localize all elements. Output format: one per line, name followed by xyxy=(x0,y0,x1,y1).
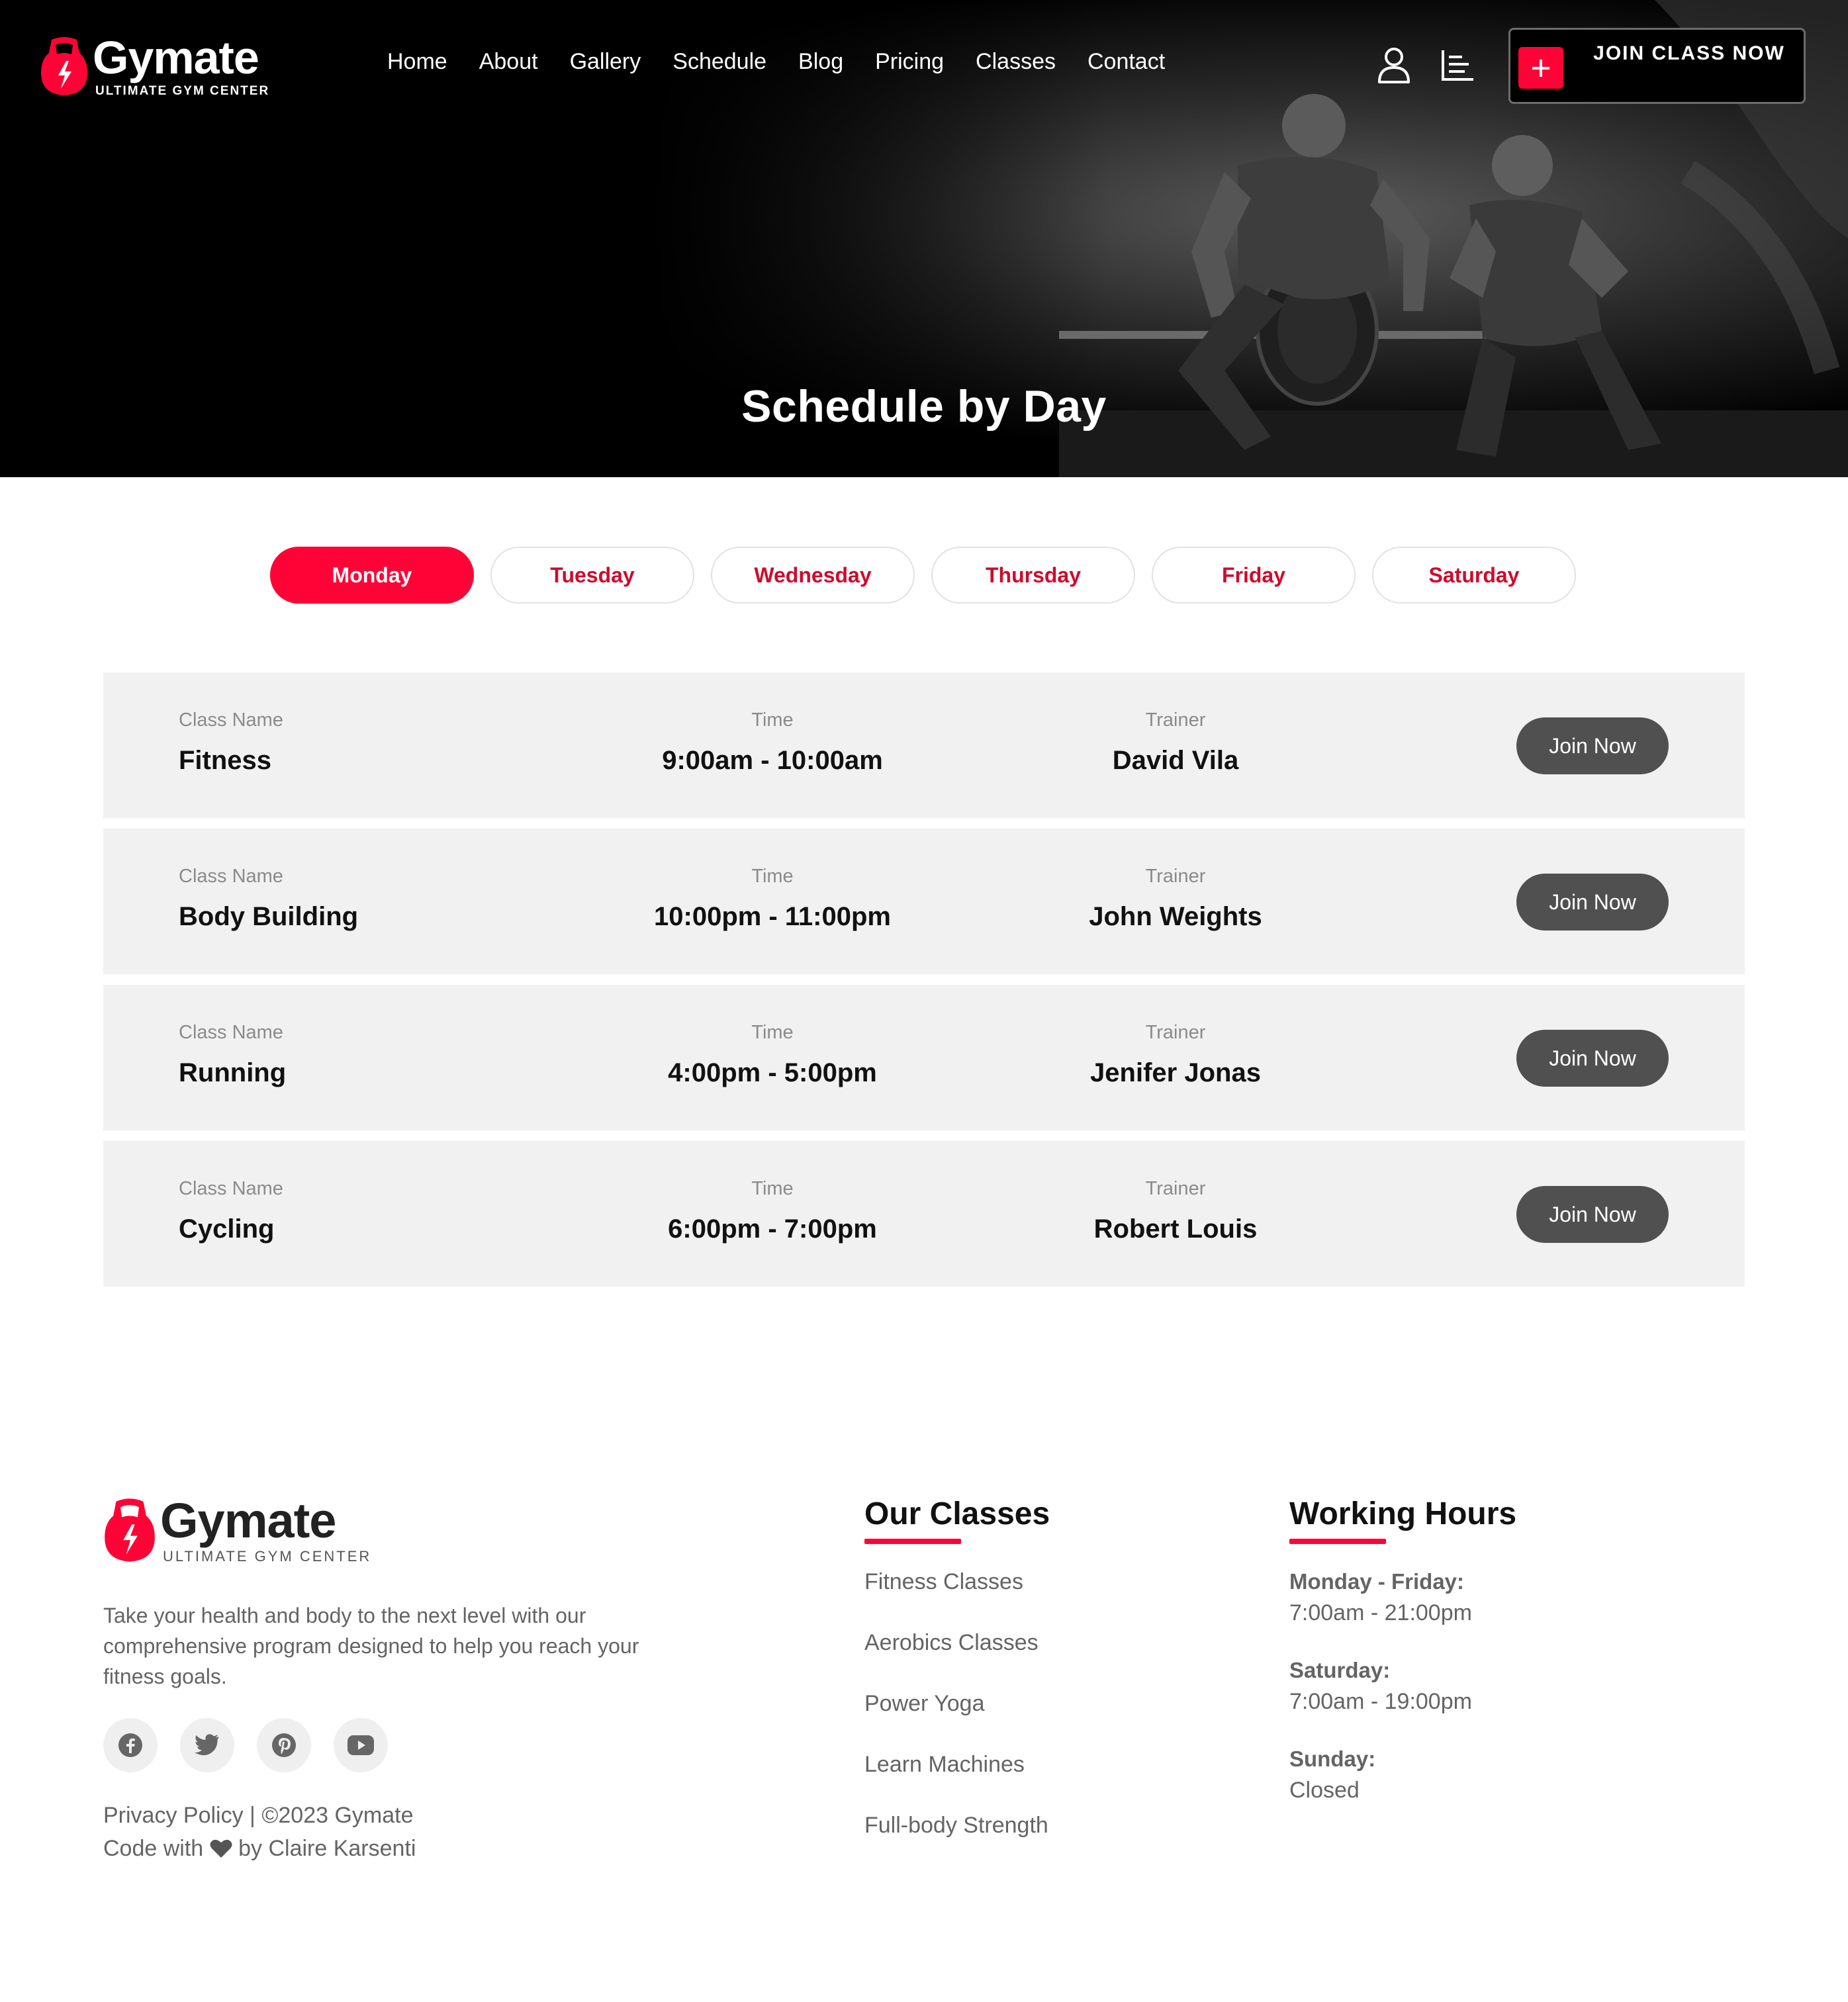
hero-banner: Gymate ULTIMATE GYM CENTER Home About Ga… xyxy=(0,0,1848,477)
class-link-full-body[interactable]: Full-body Strength xyxy=(864,1811,1048,1840)
youtube-icon[interactable] xyxy=(334,1718,388,1772)
class-link-power-yoga[interactable]: Power Yoga xyxy=(864,1689,1048,1718)
nav-contact[interactable]: Contact xyxy=(1087,49,1165,75)
trainer-name: Robert Louis xyxy=(1093,1214,1258,1244)
class-name: Cycling xyxy=(179,1214,275,1244)
class-link-fitness[interactable]: Fitness Classes xyxy=(864,1567,1048,1596)
nav-blog[interactable]: Blog xyxy=(798,49,843,75)
kettlebell-logo-icon xyxy=(105,1498,155,1562)
twitter-icon[interactable] xyxy=(180,1718,234,1772)
trainer-label: Trainer xyxy=(1145,1022,1206,1043)
time-label: Time xyxy=(751,866,794,887)
pinterest-icon[interactable] xyxy=(257,1718,311,1772)
class-time: 10:00pm - 11:00pm xyxy=(654,902,891,931)
class-name-label: Class Name xyxy=(179,1178,283,1199)
tab-thursday[interactable]: Thursday xyxy=(931,547,1135,604)
schedule-row: Class Name Fitness Time 9:00am - 10:00am T… xyxy=(103,672,1745,818)
credit-prefix: Code with xyxy=(103,1836,204,1861)
nav-pricing[interactable]: Pricing xyxy=(875,49,944,75)
facebook-icon[interactable] xyxy=(103,1718,158,1772)
brand-name: Gymate xyxy=(93,32,259,83)
day-tabs: Monday Tuesday Wednesday Thursday Friday… xyxy=(270,547,1576,604)
trainer-label: Trainer xyxy=(1145,1178,1206,1199)
join-now-button[interactable]: Join Now xyxy=(1516,1030,1669,1087)
join-class-button[interactable]: JOIN CLASS NOW xyxy=(1508,28,1806,104)
kettlebell-logo-icon xyxy=(41,36,87,95)
join-now-button[interactable]: Join Now xyxy=(1516,717,1669,774)
class-name: Fitness xyxy=(179,746,272,775)
social-links xyxy=(103,1718,388,1772)
brand-tagline: ULTIMATE GYM CENTER xyxy=(163,1548,372,1565)
footer-legal: Privacy Policy | ©2023 Gymate Code with … xyxy=(103,1799,416,1865)
time-label: Time xyxy=(751,1178,794,1199)
brand-name: Gymate xyxy=(160,1493,336,1548)
class-link-aerobics[interactable]: Aerobics Classes xyxy=(864,1628,1048,1657)
tab-saturday[interactable]: Saturday xyxy=(1372,547,1576,604)
hours-day: Saturday: xyxy=(1289,1658,1391,1682)
working-hours-underline xyxy=(1289,1539,1386,1544)
time-label: Time xyxy=(751,709,794,731)
page-title: Schedule by Day xyxy=(741,381,1107,432)
time-label: Time xyxy=(751,1022,794,1043)
header-logo[interactable]: Gymate ULTIMATE GYM CENTER xyxy=(40,34,269,97)
credit-suffix: by Claire Karsenti xyxy=(238,1836,416,1861)
class-time: 9:00am - 10:00am xyxy=(662,746,883,775)
menu-icon[interactable] xyxy=(1440,49,1475,82)
nav-about[interactable]: About xyxy=(479,49,538,75)
our-classes-underline xyxy=(864,1539,961,1544)
working-hours: Monday - Friday: 7:00am - 21:00pm Saturd… xyxy=(1289,1567,1472,1833)
schedule-row: Class Name Running Time 4:00pm - 5:00pm Tr… xyxy=(103,985,1745,1130)
footer-description: Take your health and body to the next le… xyxy=(103,1604,639,1688)
join-now-button[interactable]: Join Now xyxy=(1516,1186,1669,1243)
tab-wednesday[interactable]: Wednesday xyxy=(711,547,915,604)
schedule-row: Class Name Cycling Time 6:00pm - 7:00pm Tr… xyxy=(103,1141,1745,1287)
class-time: 6:00pm - 7:00pm xyxy=(668,1214,877,1244)
tab-friday[interactable]: Friday xyxy=(1152,547,1356,604)
nav-schedule[interactable]: Schedule xyxy=(672,49,766,75)
privacy-policy-link[interactable]: Privacy Policy | ©2023 Gymate xyxy=(103,1803,414,1828)
hours-time: Closed xyxy=(1289,1778,1360,1803)
tab-monday[interactable]: Monday xyxy=(270,547,474,604)
join-class-label: JOIN CLASS NOW xyxy=(1593,42,1785,64)
class-time: 4:00pm - 5:00pm xyxy=(668,1058,877,1087)
class-name-label: Class Name xyxy=(179,1022,283,1043)
hours-day: Sunday: xyxy=(1289,1747,1376,1771)
class-name-label: Class Name xyxy=(179,709,283,731)
trainer-name: Jenifer Jonas xyxy=(1090,1058,1261,1087)
brand-tagline: ULTIMATE GYM CENTER xyxy=(95,84,270,98)
class-name-label: Class Name xyxy=(179,866,283,887)
trainer-label: Trainer xyxy=(1145,866,1206,887)
classes-list: Fitness Classes Aerobics Classes Power Y… xyxy=(864,1567,1048,1872)
trainer-name: David Vila xyxy=(1112,746,1239,775)
nav-gallery[interactable]: Gallery xyxy=(570,49,641,75)
hours-time: 7:00am - 21:00pm xyxy=(1289,1600,1472,1625)
main-nav: Home About Gallery Schedule Blog Pricing… xyxy=(387,49,1165,75)
nav-home[interactable]: Home xyxy=(387,49,447,75)
trainer-name: John Weights xyxy=(1089,902,1262,931)
trainer-label: Trainer xyxy=(1145,709,1206,731)
footer-logo[interactable]: Gymate ULTIMATE GYM CENTER xyxy=(103,1496,371,1565)
hours-time: 7:00am - 19:00pm xyxy=(1289,1689,1472,1714)
user-icon[interactable] xyxy=(1377,46,1411,83)
nav-classes[interactable]: Classes xyxy=(976,49,1056,75)
heart-icon xyxy=(210,1839,232,1858)
tab-tuesday[interactable]: Tuesday xyxy=(490,547,694,604)
join-now-button[interactable]: Join Now xyxy=(1516,874,1669,931)
schedule-list: Class Name Fitness Time 9:00am - 10:00am T… xyxy=(103,672,1745,1297)
class-name: Running xyxy=(179,1058,287,1087)
schedule-row: Class Name Body Building Time 10:00pm - 11… xyxy=(103,829,1745,974)
class-name: Body Building xyxy=(179,902,359,931)
working-hours-title: Working Hours xyxy=(1289,1496,1517,1531)
hours-day: Monday - Friday: xyxy=(1289,1569,1465,1594)
plus-icon xyxy=(1518,47,1563,89)
class-link-machines[interactable]: Learn Machines xyxy=(864,1750,1048,1779)
our-classes-title: Our Classes xyxy=(864,1496,1050,1531)
